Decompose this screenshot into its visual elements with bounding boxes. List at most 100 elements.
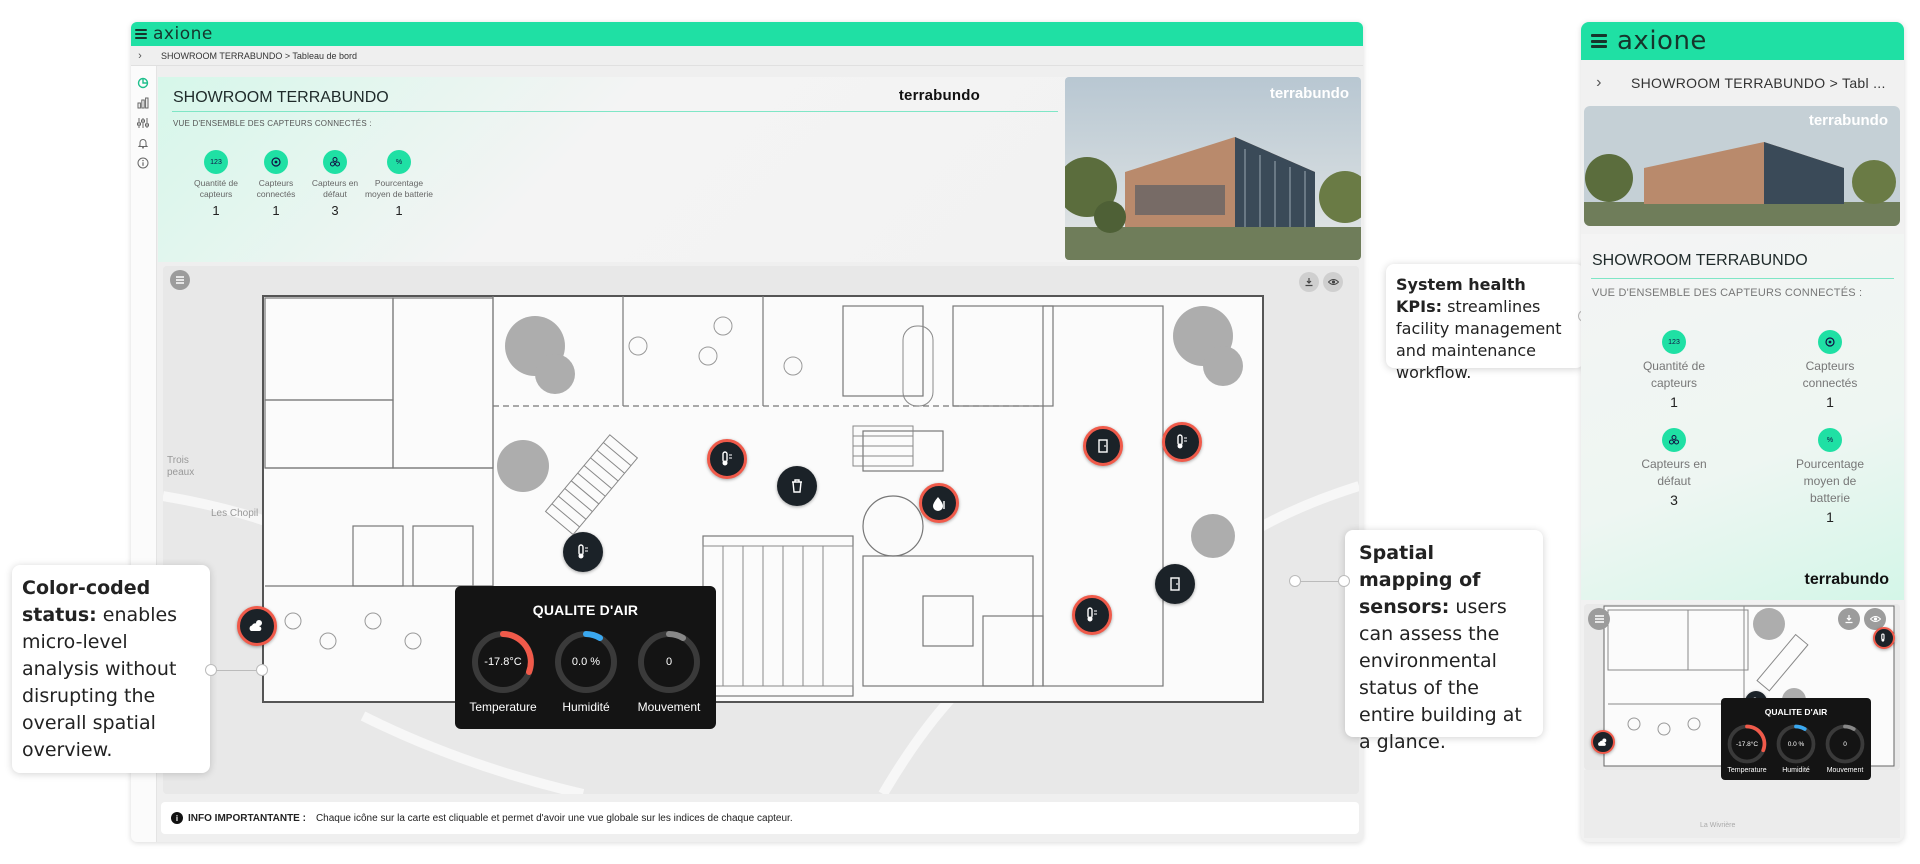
trash-sensor-marker[interactable] [777, 466, 817, 506]
annotation-text: users can assess the environmental statu… [1359, 596, 1522, 753]
chevron-right-icon[interactable]: › [1581, 74, 1617, 92]
kpi-label: Pourcentage [374, 178, 424, 188]
annotation-kpis: System health KPIs: streamlines facility… [1386, 264, 1584, 382]
gauge-label: Mouvement [637, 700, 701, 714]
divider [172, 111, 1058, 112]
kpi-value: 3 [1670, 492, 1678, 508]
summary-subtitle: VUE D'ENSEMBLE DES CAPTEURS CONNECTÉS : [1592, 287, 1863, 299]
annotation-text: enables micro-level analysis without dis… [22, 604, 178, 761]
door-sensor-marker[interactable] [1083, 426, 1123, 466]
fault-icon [1662, 428, 1686, 452]
gauge-value: 0.0 % [571, 656, 601, 668]
thermometer-icon [1881, 633, 1885, 642]
kpi-value: 1 [395, 203, 403, 218]
connector-dot [1289, 575, 1301, 587]
gauge-value: -17.8°C [484, 656, 522, 668]
kpi-label: Capteurs en [1641, 457, 1707, 471]
door-sensor-marker[interactable] [1155, 564, 1195, 604]
kpi-connected: Capteurs connectés 1 [1780, 330, 1880, 410]
map-menu-button[interactable] [1588, 608, 1610, 630]
mobile-map-area: La Wivrière [1584, 770, 1900, 838]
thermometer-icon [722, 451, 732, 466]
photo-brand-logo: terrabundo [1808, 112, 1888, 129]
gauge-label: Mouvement [1826, 767, 1864, 774]
kpi-label: connectés [1802, 376, 1858, 390]
kpi-label: connectés [256, 189, 296, 199]
annotation-color-coded: Color-coded status: enables micro-level … [12, 565, 210, 773]
map-menu-button[interactable] [170, 270, 190, 290]
brand-logo: terrabundo [898, 87, 980, 104]
kpi-sensor-count: 123 Quantité de capteurs 1 [1624, 330, 1724, 410]
connector-dot [256, 664, 268, 676]
kpi-battery: % Pourcentage moyen de batterie 1 [1780, 428, 1880, 525]
annotation-spatial-mapping: Spatial mapping of sensors: users can as… [1345, 530, 1543, 753]
temperature-sensor-marker[interactable] [1873, 627, 1895, 649]
counter-icon: 123 [1662, 330, 1686, 354]
kpi-label: Quantité de [194, 178, 238, 188]
bell-icon[interactable] [136, 136, 150, 150]
kpi-value: 1 [1826, 394, 1834, 410]
map-place-label: Trois [167, 455, 189, 466]
connector-line [1296, 581, 1344, 582]
temperature-sensor-marker[interactable] [707, 439, 747, 479]
dashboard-icon[interactable] [136, 76, 150, 90]
desktop-dashboard: axione › SHOWROOM TERRABUNDO > Tableau d… [131, 22, 1363, 842]
humidity-gauge: 0.0 % Humidité [1772, 724, 1820, 774]
air-quality-popup: QUALITE D'AIR -17.8°C Temperature 0.0 % … [455, 586, 716, 729]
download-icon[interactable] [1299, 272, 1319, 292]
kpi-label: batterie [1809, 491, 1851, 505]
info-bar: i INFO IMPORTANTANTE : Chaque icône sur … [161, 802, 1359, 834]
gauge-label: Temperature [469, 700, 537, 714]
map-place-label: La Wivrière [1700, 822, 1736, 829]
cloud-sun-icon [249, 620, 262, 631]
menu-icon[interactable] [1591, 34, 1607, 48]
info-icon[interactable] [136, 156, 150, 170]
menu-icon[interactable] [135, 29, 147, 39]
temperature-sensor-marker[interactable] [563, 532, 603, 572]
kpi-value: 1 [1670, 394, 1678, 410]
floor-plan-map[interactable]: Trois peaux Les Chopil [163, 266, 1359, 794]
temperature-sensor-marker[interactable] [1072, 595, 1112, 635]
breadcrumb[interactable]: SHOWROOM TERRABUNDO > Tableau de bord [161, 51, 357, 61]
kpi-label: Capteurs [258, 178, 294, 188]
kpi-label: Capteurs en [311, 178, 359, 188]
motion-gauge: 0 Mouvement [1821, 724, 1869, 774]
motion-gauge: 0 Mouvement [629, 630, 709, 714]
mobile-sensor-summary: SHOWROOM TERRABUNDO VUE D'ENSEMBLE DES C… [1581, 234, 1904, 600]
signal-icon [1818, 330, 1842, 354]
counter-icon: 123 [204, 150, 228, 174]
kpi-label: capteurs [199, 189, 233, 199]
gauge-value: 0 [1843, 740, 1847, 748]
app-logo[interactable]: axione [1617, 28, 1707, 54]
kpi-label: Pourcentage [1795, 457, 1865, 471]
chevron-right-icon[interactable]: › [131, 50, 149, 62]
eye-icon[interactable] [1323, 272, 1343, 292]
building-photo: terrabundo [1065, 77, 1361, 260]
bar-chart-icon[interactable] [136, 96, 150, 110]
fault-icon [323, 150, 347, 174]
weather-sensor-marker[interactable] [237, 606, 277, 646]
mobile-dashboard: axione › SHOWROOM TERRABUNDO > Tabl ... … [1581, 22, 1904, 842]
building-photo: terrabundo [1584, 106, 1900, 226]
connector-dot [1338, 575, 1350, 587]
mobile-breadcrumb-bar: › SHOWROOM TERRABUNDO > Tabl ... [1581, 60, 1904, 106]
percent-icon: % [1818, 428, 1842, 452]
sensor-summary-panel: SHOWROOM TERRABUNDO terrabundo VUE D'ENS… [158, 77, 1070, 262]
sliders-icon[interactable] [136, 116, 150, 130]
cloud-sun-icon [1598, 738, 1607, 746]
summary-subtitle: VUE D'ENSEMBLE DES CAPTEURS CONNECTÉS : [173, 119, 372, 128]
gauge-label: Humidité [1782, 767, 1810, 774]
app-logo[interactable]: axione [153, 25, 213, 43]
breadcrumb[interactable]: SHOWROOM TERRABUNDO > Tabl ... [1631, 75, 1886, 91]
page-title: SHOWROOM TERRABUNDO [1592, 252, 1808, 269]
temperature-sensor-marker[interactable] [1162, 422, 1202, 462]
download-icon[interactable] [1838, 608, 1860, 630]
info-icon: i [171, 812, 183, 824]
info-text: Chaque icône sur la carte est cliquable … [315, 812, 793, 824]
weather-sensor-marker[interactable] [1591, 730, 1615, 754]
map-place-label: peaux [167, 467, 194, 478]
humidity-gauge: 0.0 % Humidité [546, 630, 626, 714]
percent-icon: % [387, 150, 411, 174]
connector-line [212, 670, 262, 671]
humidity-sensor-marker[interactable] [919, 483, 959, 523]
